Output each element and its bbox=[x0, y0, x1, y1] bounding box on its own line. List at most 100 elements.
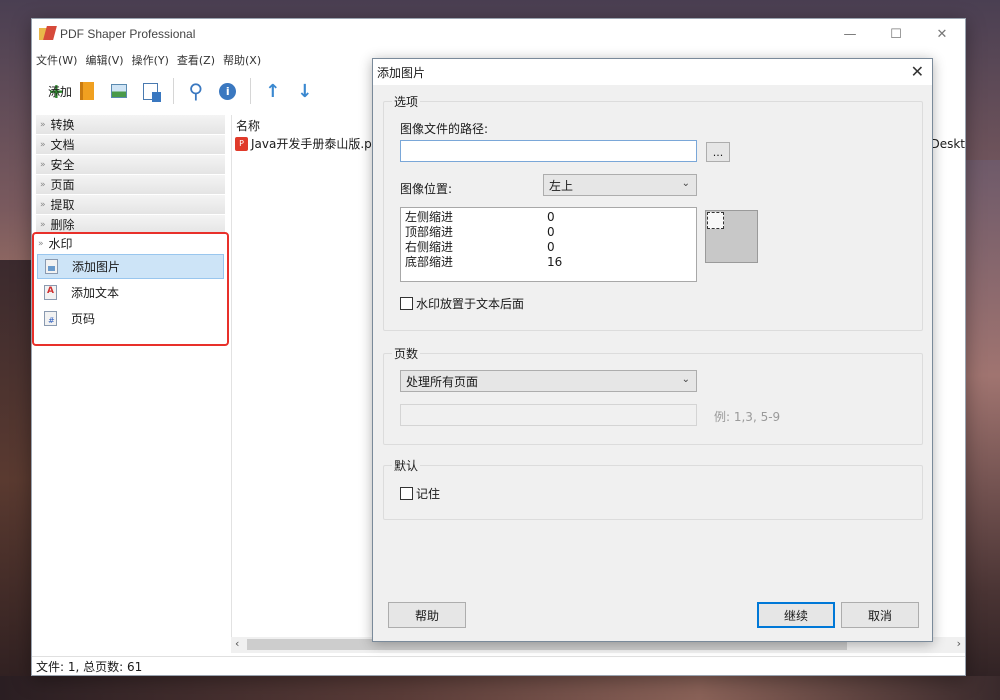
app-logo-icon bbox=[39, 26, 57, 42]
sidebar-item-add-image[interactable]: 添加图片 bbox=[37, 254, 224, 279]
sidebar-item-label: 页码 bbox=[71, 312, 96, 326]
minimize-button[interactable]: — bbox=[827, 19, 873, 49]
indent-table[interactable]: 左侧缩进 0 顶部缩进 0 右侧缩进 0 底部缩进 16 bbox=[400, 207, 697, 282]
app-title: PDF Shaper Professional bbox=[60, 27, 196, 41]
chevron-double-right-icon: » bbox=[40, 199, 46, 210]
position-preview bbox=[705, 210, 758, 263]
sidebar-category-extract[interactable]: » 提取 bbox=[36, 195, 225, 214]
sidebar-category-label: 转换 bbox=[50, 118, 75, 132]
info-button[interactable]: i bbox=[212, 77, 244, 105]
image-position-label: 图像位置: bbox=[400, 182, 453, 196]
page-range-value: 处理所有页面 bbox=[406, 374, 479, 389]
checkbox-label: 水印放置于文本后面 bbox=[416, 297, 525, 311]
dialog-close-icon[interactable]: ✕ bbox=[911, 62, 924, 81]
menu-edit[interactable]: 编辑(V) bbox=[85, 52, 123, 70]
menu-action[interactable]: 操作(Y) bbox=[132, 52, 169, 70]
sidebar-item-label: 添加文本 bbox=[71, 286, 120, 300]
menu-view[interactable]: 查看(Z) bbox=[177, 52, 215, 70]
sidebar-item-label: 添加图片 bbox=[72, 260, 121, 274]
sidebar-category-pages[interactable]: » 页面 bbox=[36, 175, 225, 194]
indent-label: 底部缩进 bbox=[405, 255, 454, 269]
sidebar-item-page-numbers[interactable]: 页码 bbox=[37, 306, 224, 331]
document-button[interactable] bbox=[135, 77, 167, 105]
menubar: 文件(W) 编辑(V) 操作(Y) 查看(Z) 帮助(X) bbox=[32, 52, 261, 70]
table-row[interactable]: 底部缩进 16 bbox=[401, 255, 696, 270]
text-page-icon bbox=[44, 285, 57, 300]
checkbox-box[interactable] bbox=[400, 297, 413, 310]
arrow-up-icon: ↑ bbox=[265, 80, 281, 102]
column-header-name[interactable]: 名称 bbox=[236, 117, 260, 134]
arrow-down-icon: ↓ bbox=[297, 80, 313, 102]
page-range-hint: 例: 1,3, 5-9 bbox=[714, 410, 781, 424]
close-button[interactable]: ✕ bbox=[919, 19, 965, 49]
image-icon bbox=[110, 84, 127, 98]
sidebar-category-label: 删除 bbox=[50, 218, 75, 232]
menu-help[interactable]: 帮助(X) bbox=[223, 52, 261, 70]
info-icon: i bbox=[219, 82, 237, 100]
custom-pages-input[interactable] bbox=[400, 404, 697, 426]
status-text: 文件: 1, 总页数: 61 bbox=[36, 660, 143, 674]
window-controls: — ☐ ✕ bbox=[827, 19, 965, 49]
page-range-select[interactable]: 处理所有页面 ⌄ bbox=[400, 370, 697, 392]
status-bar: 文件: 1, 总页数: 61 bbox=[32, 656, 965, 676]
dialog-title-bar: 添加图片 ✕ bbox=[373, 59, 932, 85]
toolbar-separator bbox=[249, 78, 251, 104]
chevron-double-right-icon: » bbox=[40, 219, 46, 230]
browse-button[interactable]: ... bbox=[706, 142, 730, 162]
image-page-icon bbox=[45, 259, 58, 274]
background-rock-right bbox=[964, 160, 1000, 700]
help-button[interactable]: 帮助 bbox=[388, 602, 466, 628]
scroll-left-icon[interactable]: ‹ bbox=[235, 637, 239, 650]
file-path: Deskt bbox=[930, 137, 965, 151]
maximize-button[interactable]: ☐ bbox=[873, 19, 919, 49]
indent-value[interactable]: 0 bbox=[543, 210, 696, 225]
add-button[interactable]: + 添加 bbox=[42, 77, 72, 105]
checkbox-label: 记住 bbox=[416, 487, 441, 501]
continue-button[interactable]: 继续 bbox=[757, 602, 835, 628]
menu-file[interactable]: 文件(W) bbox=[36, 52, 77, 70]
image-button[interactable] bbox=[103, 77, 135, 105]
sidebar-category-label: 安全 bbox=[50, 158, 75, 172]
sidebar-category-label: 页面 bbox=[50, 178, 75, 192]
book-icon bbox=[79, 82, 94, 100]
custom-pages-field[interactable] bbox=[401, 405, 696, 425]
options-group: 选项 图像文件的路径: ... 图像位置: 左上 ⌄ 左侧缩进 0 顶部缩进 0 右… bbox=[383, 93, 923, 331]
chevron-double-right-icon: » bbox=[40, 139, 46, 150]
move-down-button[interactable]: ↓ bbox=[289, 77, 321, 105]
indent-value[interactable]: 0 bbox=[543, 240, 696, 255]
table-row[interactable]: 顶部缩进 0 bbox=[401, 225, 696, 240]
sidebar-category-security[interactable]: » 安全 bbox=[36, 155, 225, 174]
move-up-button[interactable]: ↑ bbox=[257, 77, 289, 105]
group-label: 默认 bbox=[392, 457, 421, 474]
open-book-button[interactable] bbox=[71, 77, 103, 105]
search-button[interactable]: ⚲ bbox=[180, 77, 212, 105]
table-row[interactable]: P Java开发手册泰山版.pc bbox=[235, 135, 378, 152]
checkbox-box[interactable] bbox=[400, 487, 413, 500]
table-row[interactable]: 左侧缩进 0 bbox=[401, 210, 696, 225]
pages-group: 页数 处理所有页面 ⌄ 例: 1,3, 5-9 bbox=[383, 345, 923, 445]
add-image-dialog: 添加图片 ✕ 选项 图像文件的路径: ... 图像位置: 左上 ⌄ 左侧缩进 0 … bbox=[372, 58, 933, 642]
sidebar-category-document[interactable]: » 文档 bbox=[36, 135, 225, 154]
image-position-value: 左上 bbox=[549, 178, 574, 193]
sidebar-category-convert[interactable]: » 转换 bbox=[36, 115, 225, 134]
image-path-field[interactable] bbox=[401, 141, 696, 161]
behind-text-checkbox[interactable]: 水印放置于文本后面 bbox=[400, 295, 524, 312]
sidebar-category-label: 文档 bbox=[50, 138, 75, 152]
image-position-select[interactable]: 左上 ⌄ bbox=[543, 174, 697, 196]
remember-checkbox[interactable]: 记住 bbox=[400, 485, 440, 502]
scroll-right-icon[interactable]: › bbox=[957, 637, 961, 650]
indent-label: 顶部缩进 bbox=[405, 225, 454, 239]
defaults-group: 默认 记住 bbox=[383, 457, 923, 520]
sidebar-category-label: 提取 bbox=[50, 198, 75, 212]
indent-value[interactable]: 16 bbox=[543, 255, 696, 270]
image-path-input[interactable] bbox=[400, 140, 697, 162]
table-row[interactable]: 右侧缩进 0 bbox=[401, 240, 696, 255]
task-sidebar: »转换 » 文档 »安全 »页面 » 提取 » 删除 »水印 添加图片 添加文本 页码 bbox=[32, 115, 229, 346]
sidebar-category-watermark[interactable]: » 水印 bbox=[34, 234, 227, 253]
cancel-button[interactable]: 取消 bbox=[841, 602, 919, 628]
chevron-down-icon: ⌄ bbox=[681, 178, 690, 189]
indent-value[interactable]: 0 bbox=[543, 225, 696, 240]
watermark-group-highlight: » 水印 添加图片 添加文本 页码 bbox=[32, 232, 229, 346]
sidebar-item-add-text[interactable]: 添加文本 bbox=[37, 280, 224, 305]
dialog-title: 添加图片 bbox=[377, 65, 426, 80]
